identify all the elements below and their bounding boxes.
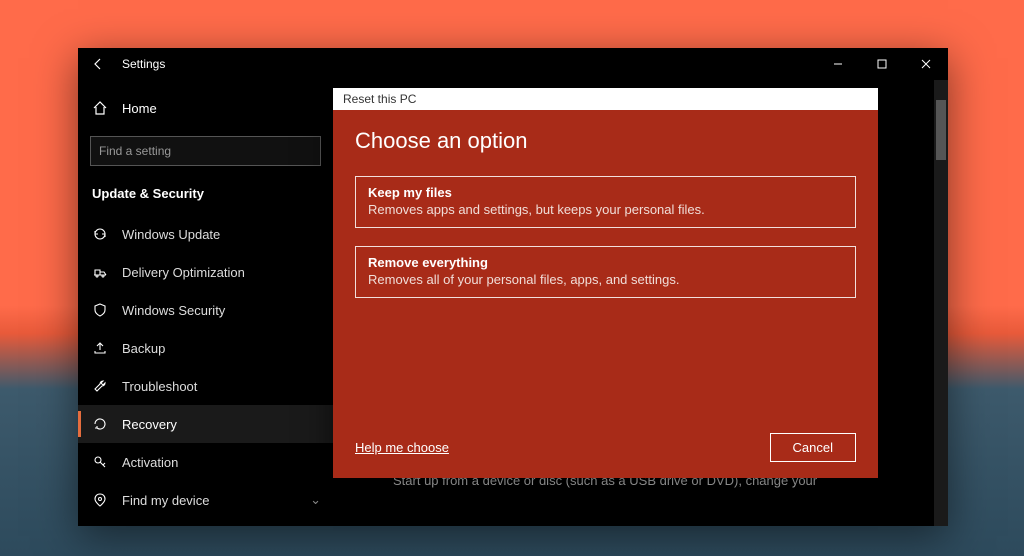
dialog-title: Choose an option xyxy=(355,128,856,154)
scrollbar-thumb[interactable] xyxy=(936,100,946,160)
option-title: Remove everything xyxy=(368,255,843,270)
reset-pc-dialog: Reset this PC Choose an option Keep my f… xyxy=(333,88,878,478)
help-me-choose-link[interactable]: Help me choose xyxy=(355,440,449,455)
option-keep-my-files[interactable]: Keep my files Removes apps and settings,… xyxy=(355,176,856,228)
option-remove-everything[interactable]: Remove everything Removes all of your pe… xyxy=(355,246,856,298)
dialog-header: Reset this PC xyxy=(333,88,878,110)
sidebar-item-label: Delivery Optimization xyxy=(122,265,245,280)
sidebar-home[interactable]: Home xyxy=(78,90,333,126)
close-button[interactable] xyxy=(904,48,948,80)
sidebar-item-label: Backup xyxy=(122,341,165,356)
sidebar: Home Find a setting Update & Security Wi… xyxy=(78,80,333,526)
wrench-icon xyxy=(92,378,108,394)
search-placeholder: Find a setting xyxy=(99,144,171,158)
sidebar-item-activation[interactable]: Activation xyxy=(78,443,333,481)
sidebar-item-recovery[interactable]: Recovery xyxy=(78,405,333,443)
location-icon xyxy=(92,492,108,508)
titlebar: Settings xyxy=(78,48,948,80)
sidebar-item-label: Windows Update xyxy=(122,227,220,242)
sidebar-item-label: Windows Security xyxy=(122,303,225,318)
dialog-body: Choose an option Keep my files Removes a… xyxy=(333,110,878,478)
delivery-icon xyxy=(92,264,108,280)
sidebar-item-label: Find my device xyxy=(122,493,209,508)
sidebar-item-delivery-optimization[interactable]: Delivery Optimization xyxy=(78,253,333,291)
key-icon xyxy=(92,454,108,470)
option-title: Keep my files xyxy=(368,185,843,200)
chevron-down-icon: ⌄ xyxy=(310,492,321,508)
option-desc: Removes all of your personal files, apps… xyxy=(368,272,843,287)
recovery-icon xyxy=(92,416,108,432)
home-icon xyxy=(92,100,108,116)
sidebar-item-backup[interactable]: Backup xyxy=(78,329,333,367)
cancel-button[interactable]: Cancel xyxy=(770,433,856,462)
sidebar-item-windows-security[interactable]: Windows Security xyxy=(78,291,333,329)
sidebar-section-label: Update & Security xyxy=(78,180,333,215)
search-input[interactable]: Find a setting xyxy=(90,136,321,166)
sidebar-item-troubleshoot[interactable]: Troubleshoot xyxy=(78,367,333,405)
back-button[interactable] xyxy=(78,48,118,80)
sync-icon xyxy=(92,226,108,242)
maximize-button[interactable] xyxy=(860,48,904,80)
sidebar-home-label: Home xyxy=(122,101,157,116)
sidebar-item-label: Activation xyxy=(122,455,178,470)
dialog-header-title: Reset this PC xyxy=(343,92,416,106)
scrollbar[interactable] xyxy=(934,80,948,526)
backup-icon xyxy=(92,340,108,356)
sidebar-item-find-my-device[interactable]: Find my device ⌄ xyxy=(78,481,333,519)
option-desc: Removes apps and settings, but keeps you… xyxy=(368,202,843,217)
sidebar-item-label: Recovery xyxy=(122,417,177,432)
shield-icon xyxy=(92,302,108,318)
window-title: Settings xyxy=(122,57,165,71)
sidebar-item-windows-update[interactable]: Windows Update xyxy=(78,215,333,253)
dialog-footer: Help me choose Cancel xyxy=(355,433,856,462)
minimize-button[interactable] xyxy=(816,48,860,80)
window-controls xyxy=(816,48,948,80)
settings-window: Settings Home Find a setting xyxy=(78,48,948,526)
sidebar-item-label: Troubleshoot xyxy=(122,379,197,394)
